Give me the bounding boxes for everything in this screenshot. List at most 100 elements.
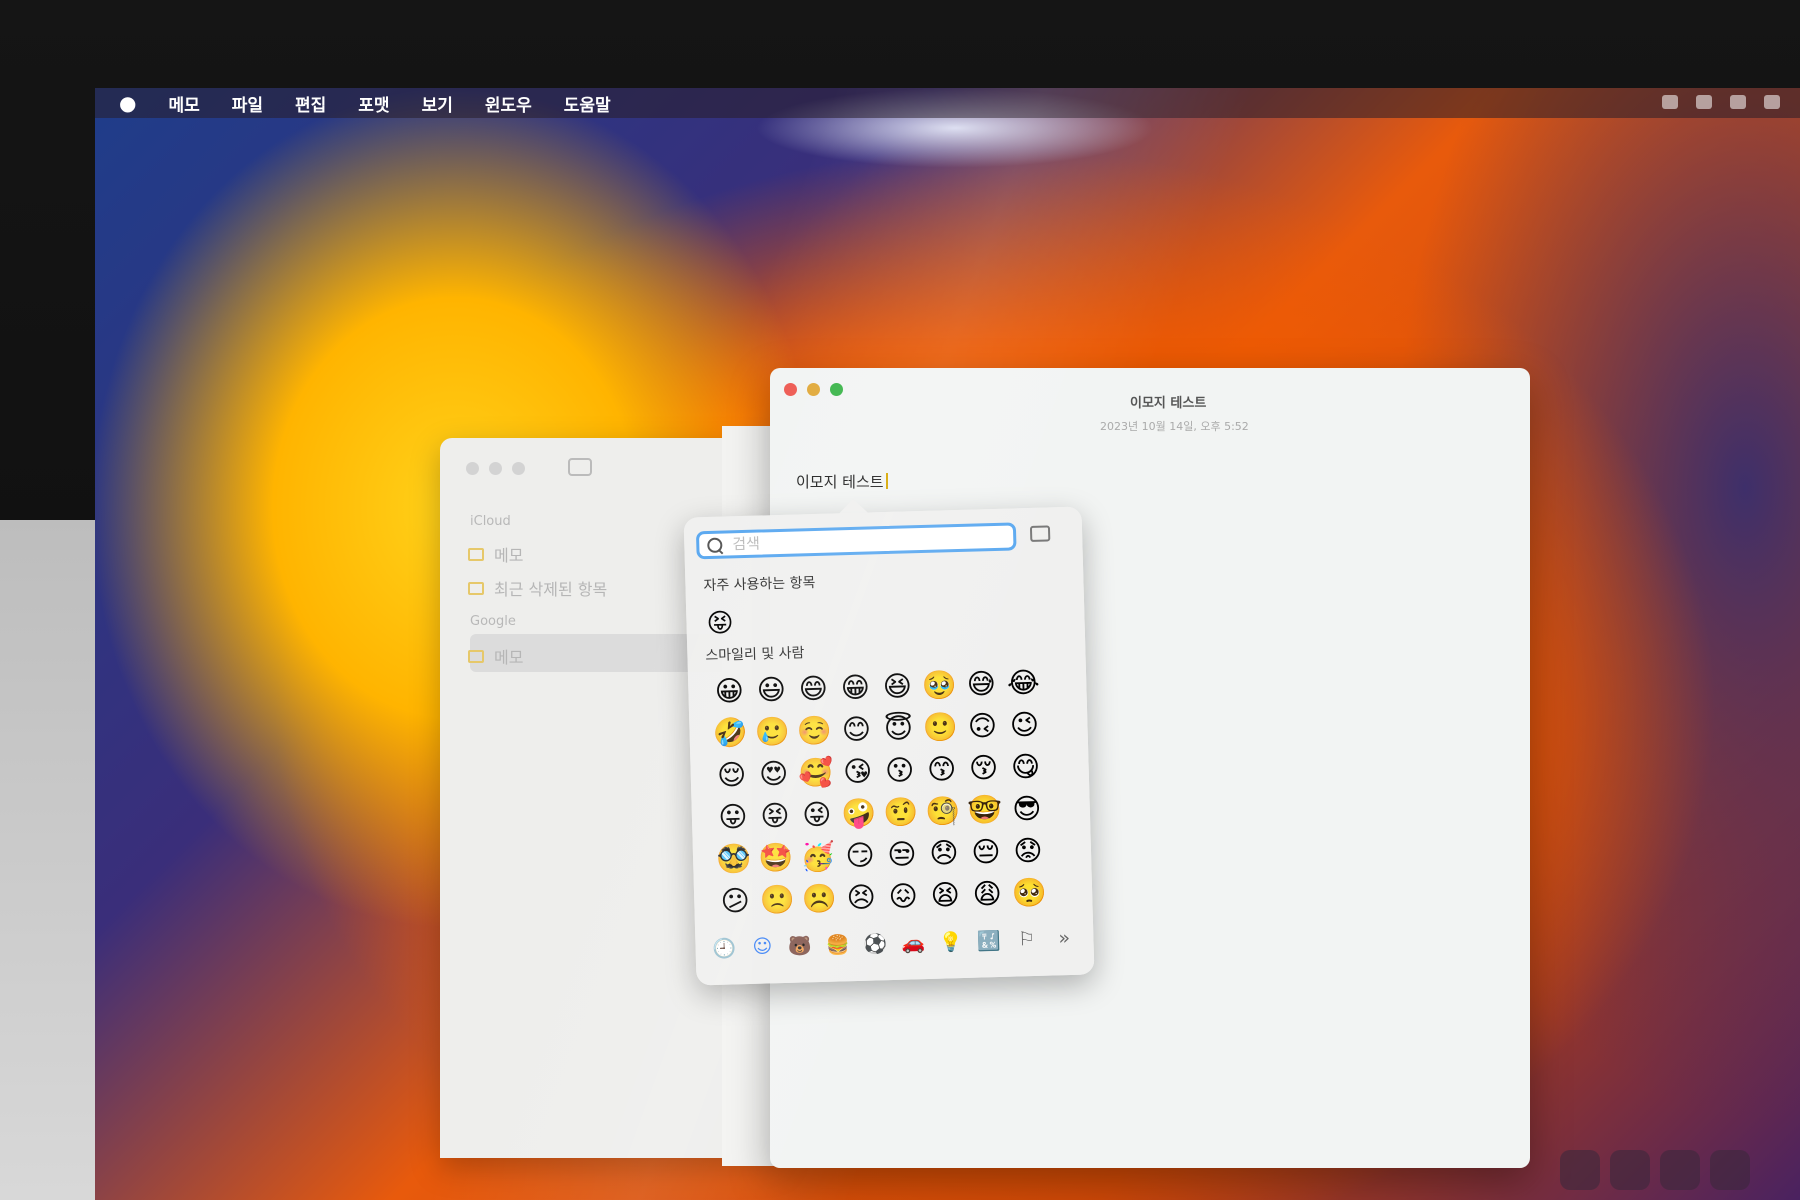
menu-bar: ● 메모 파일 편집 포맷 보기 윈도우 도움말 <box>95 88 1800 118</box>
sidebar-section-google: Google <box>470 614 516 629</box>
emoji-cell[interactable]: 😏 <box>838 834 881 877</box>
zoom-button[interactable] <box>512 462 525 475</box>
emoji-cell[interactable]: 😚 <box>962 747 1005 790</box>
close-button[interactable] <box>784 383 797 396</box>
note-body[interactable]: 이모지 테스트 <box>796 471 888 492</box>
emoji-cell[interactable]: 😎 <box>1005 788 1048 831</box>
emoji-cell[interactable]: 😄 <box>792 668 835 711</box>
animal-icon[interactable]: 🐻 <box>785 934 816 958</box>
dock-app-icon[interactable] <box>1610 1150 1650 1190</box>
emoji-cell[interactable]: 😗 <box>878 749 921 792</box>
emoji-cell[interactable]: 😋 <box>1004 746 1047 789</box>
emoji-cell[interactable]: 😙 <box>920 748 963 791</box>
frequent-emoji-row: 😝 <box>706 608 734 639</box>
flag-icon[interactable]: ⚐ <box>1011 928 1042 952</box>
emoji-cell[interactable]: 🥹 <box>918 664 961 707</box>
sidebar-item-notes[interactable]: 메모 <box>468 542 523 566</box>
emoji-cell[interactable]: 😫 <box>924 874 967 917</box>
emoji-cell[interactable]: 🥳 <box>796 835 839 878</box>
symbols-icon[interactable]: 🔣 <box>974 929 1005 953</box>
emoji-cell[interactable]: 😊 <box>835 708 878 751</box>
travel-icon[interactable]: 🚗 <box>898 931 929 955</box>
menu-help[interactable]: 도움말 <box>564 91 611 116</box>
sidebar-item-google-notes[interactable]: 메모 <box>468 644 523 668</box>
food-icon[interactable]: 🍔 <box>823 933 854 957</box>
emoji-cell[interactable]: 😆 <box>876 665 919 708</box>
sidebar-item-label: 메모 <box>494 648 524 667</box>
trash-icon <box>468 581 484 595</box>
emoji-cell[interactable]: ☹️ <box>798 877 841 920</box>
status-icon[interactable] <box>1696 95 1712 109</box>
emoji-cell[interactable]: 😟 <box>1006 830 1049 873</box>
emoji-cell[interactable]: 🥰 <box>794 751 837 794</box>
emoji-cell[interactable]: 🥺 <box>1008 872 1051 915</box>
emoji-cell[interactable]: 🤓 <box>963 789 1006 832</box>
objects-icon[interactable]: 💡 <box>936 930 967 954</box>
emoji-cell[interactable]: 🤣 <box>709 712 752 755</box>
frequent-section-label: 자주 사용하는 항목 <box>703 574 816 595</box>
menu-window[interactable]: 윈도우 <box>485 91 532 116</box>
emoji-search-field[interactable] <box>695 522 1017 560</box>
emoji-cell[interactable]: 😌 <box>710 754 753 797</box>
apple-logo-icon[interactable]: ● <box>119 91 136 115</box>
emoji-cell[interactable]: 😩 <box>966 873 1009 916</box>
emoji-search-input[interactable] <box>730 526 995 555</box>
emoji-cell[interactable]: 🥲 <box>751 711 794 754</box>
minimize-button[interactable] <box>489 462 502 475</box>
window-controls <box>466 462 525 475</box>
emoji-cell[interactable]: 😉 <box>1003 704 1046 747</box>
emoji-cell[interactable]: 😁 <box>834 666 877 709</box>
emoji-cell[interactable]: 😕 <box>714 880 757 923</box>
sports-icon[interactable]: ⚽ <box>860 932 891 956</box>
emoji-cell[interactable]: 😃 <box>750 669 793 712</box>
emoji-cell[interactable]: 😔 <box>964 831 1007 874</box>
status-icon[interactable] <box>1662 95 1678 109</box>
emoji-cell[interactable]: 🤩 <box>755 837 798 880</box>
close-button[interactable] <box>466 462 479 475</box>
minimize-button[interactable] <box>807 383 820 396</box>
smiley-icon[interactable]: ☺ <box>747 935 778 959</box>
sidebar-item-recently-deleted[interactable]: 최근 삭제된 항목 <box>468 576 607 600</box>
menu-edit[interactable]: 편집 <box>295 91 326 116</box>
emoji-cell[interactable]: 😂 <box>1002 662 1045 705</box>
zoom-button[interactable] <box>830 383 843 396</box>
menu-view[interactable]: 보기 <box>422 91 453 116</box>
emoji-cell[interactable]: 😖 <box>882 875 925 918</box>
status-icon[interactable] <box>1764 95 1780 109</box>
dock-app-icon[interactable] <box>1710 1150 1750 1190</box>
emoji-cell[interactable]: 😀 <box>708 670 751 713</box>
emoji-cell[interactable]: 😍 <box>752 753 795 796</box>
emoji-cell[interactable]: 😒 <box>880 833 923 876</box>
menu-file[interactable]: 파일 <box>232 91 263 116</box>
emoji-cell[interactable]: 😜 <box>795 793 838 836</box>
character-viewer-icon[interactable] <box>1029 525 1051 542</box>
emoji-cell[interactable]: 🙃 <box>961 705 1004 748</box>
menu-format[interactable]: 포맷 <box>358 91 389 116</box>
emoji-cell[interactable]: 🙁 <box>756 879 799 922</box>
emoji-cell[interactable]: ☺️ <box>793 709 836 752</box>
emoji-cell[interactable]: 😘 <box>836 750 879 793</box>
emoji-cell[interactable]: 🧐 <box>921 790 964 833</box>
dock-app-icon[interactable] <box>1560 1150 1600 1190</box>
sidebar-item-label: 메모 <box>494 546 524 565</box>
recent-icon[interactable]: 🕘 <box>709 936 740 960</box>
emoji-cell[interactable]: 🤨 <box>879 791 922 834</box>
more-icon[interactable]: » <box>1049 927 1080 951</box>
emoji-category-bar: 🕘 ☺ 🐻 🍔 ⚽ 🚗 💡 🔣 ⚐ » <box>709 927 1079 960</box>
emoji-cell[interactable]: 😅 <box>960 663 1003 706</box>
status-icon[interactable] <box>1730 95 1746 109</box>
emoji-cell[interactable]: 😣 <box>840 876 883 919</box>
emoji-cell[interactable]: 🙂 <box>919 706 962 749</box>
emoji-cell[interactable]: 😇 <box>877 707 920 750</box>
emoji-cell[interactable]: 😛 <box>711 796 754 839</box>
emoji-cell[interactable]: 🤪 <box>837 792 880 835</box>
emoji-cell[interactable]: 😝 <box>706 608 734 639</box>
emoji-cell[interactable]: 🥸 <box>713 838 756 881</box>
text-caret <box>885 473 888 489</box>
emoji-cell[interactable]: 😝 <box>753 795 796 838</box>
menu-notes[interactable]: 메모 <box>168 91 199 116</box>
emoji-cell[interactable]: 😞 <box>922 832 965 875</box>
sidebar-section-icloud: iCloud <box>470 514 511 529</box>
sidebar-toggle-icon[interactable] <box>568 458 592 476</box>
dock-app-icon[interactable] <box>1660 1150 1700 1190</box>
